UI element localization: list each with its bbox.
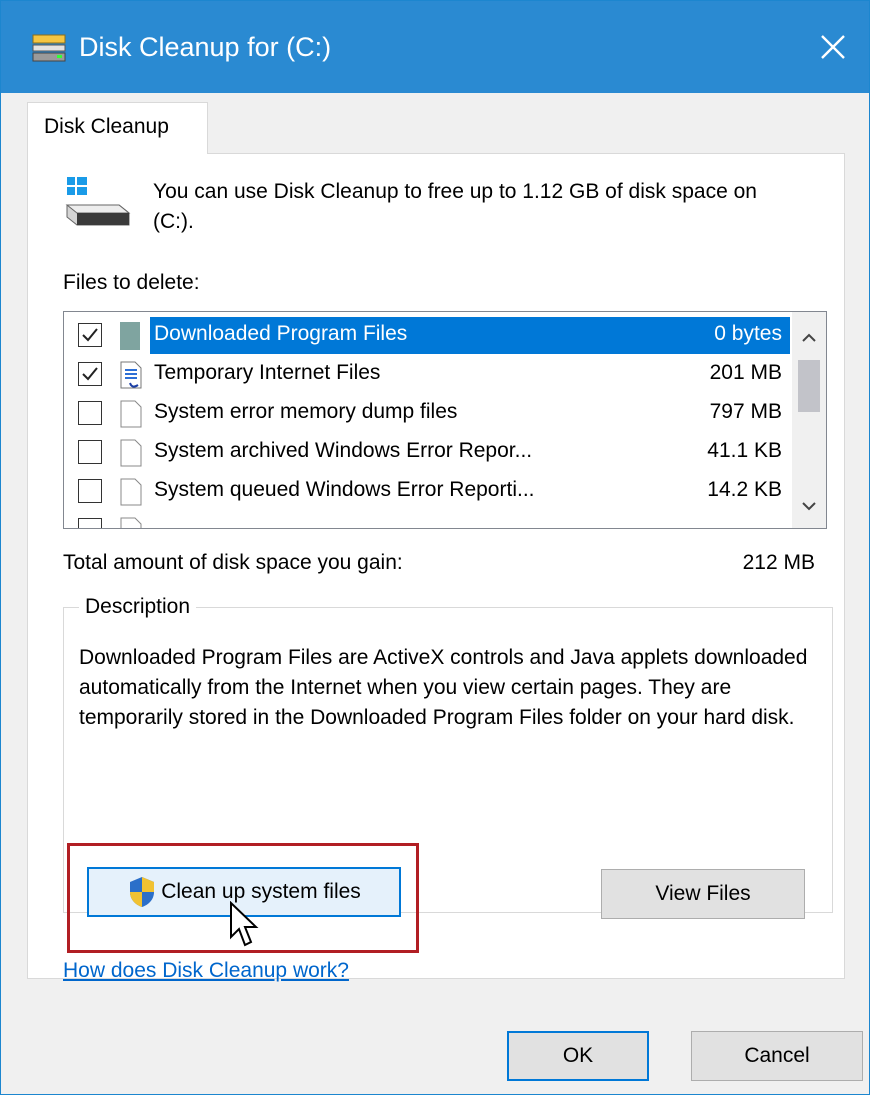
list-item[interactable]: Temporary Internet Files 201 MB [64,355,790,394]
document-icon [120,361,142,389]
checkmark-icon [82,367,98,381]
vertical-scrollbar[interactable] [792,312,826,528]
how-does-disk-cleanup-work-link[interactable]: How does Disk Cleanup work? [63,959,349,983]
blank-file-icon [120,439,142,467]
folder-icon [120,322,140,350]
checkbox[interactable] [78,401,102,425]
ok-button[interactable]: OK [507,1031,649,1081]
file-name: System queued Windows Error Reporti... [154,478,535,501]
list-item[interactable]: Downloaded Program Files 0 bytes [64,316,790,355]
file-name: System archived Windows Error Repor... [154,439,533,462]
checkbox[interactable] [78,323,102,347]
file-size: 201 MB [709,361,782,384]
description-text: Downloaded Program Files are ActiveX con… [79,646,808,729]
files-listbox[interactable]: Downloaded Program Files 0 bytes Tempora… [63,311,827,529]
chevron-up-icon [802,333,816,342]
mouse-cursor-icon [230,901,259,947]
intro-text: You can use Disk Cleanup to free up to 1… [153,180,757,233]
scroll-down-button[interactable] [792,488,826,524]
total-space-value: 212 MB [742,551,815,574]
cancel-button[interactable]: Cancel [691,1031,863,1081]
cancel-label: Cancel [744,1044,810,1067]
close-icon [821,35,845,59]
scroll-thumb[interactable] [798,360,820,412]
tab-disk-cleanup[interactable]: Disk Cleanup [27,102,208,154]
checkbox [78,518,102,528]
list-item-partial [64,511,790,528]
window-title: Disk Cleanup for (C:) [79,32,332,62]
list-item[interactable]: System error memory dump files 797 MB [64,394,790,433]
blank-file-icon [120,517,142,528]
checkbox[interactable] [78,362,102,386]
blank-file-icon [120,478,142,506]
checkbox[interactable] [78,479,102,503]
file-size: 41.1 KB [707,439,782,462]
file-name: System error memory dump files [154,400,458,423]
ok-label: OK [562,1044,594,1067]
disk-cleanup-icon [32,34,66,62]
tab-label: Disk Cleanup [44,115,169,138]
blank-file-icon [120,400,142,428]
list-item[interactable]: System archived Windows Error Repor... 4… [64,433,790,472]
description-legend: Description [79,595,197,619]
disk-cleanup-window: Disk Cleanup for (C:) Disk Cleanup You c… [0,0,870,1095]
checkbox[interactable] [78,440,102,464]
title-bar[interactable]: Disk Cleanup for (C:) [1,1,869,93]
chevron-down-icon [802,502,816,511]
checkmark-icon [82,328,98,342]
total-space-label: Total amount of disk space you gain: [63,551,403,574]
file-name: Temporary Internet Files [154,361,381,384]
windows-drive-icon [65,177,131,226]
scroll-up-button[interactable] [792,320,826,356]
close-button[interactable] [797,1,869,93]
view-files-button[interactable]: View Files [601,869,805,919]
view-files-label: View Files [655,882,751,905]
files-to-delete-label: Files to delete: [63,271,200,294]
list-item[interactable]: System queued Windows Error Reporti... 1… [64,472,790,511]
file-size: 14.2 KB [707,478,782,501]
file-size: 0 bytes [714,322,782,345]
file-size: 797 MB [709,400,782,423]
file-name: Downloaded Program Files [154,322,408,345]
